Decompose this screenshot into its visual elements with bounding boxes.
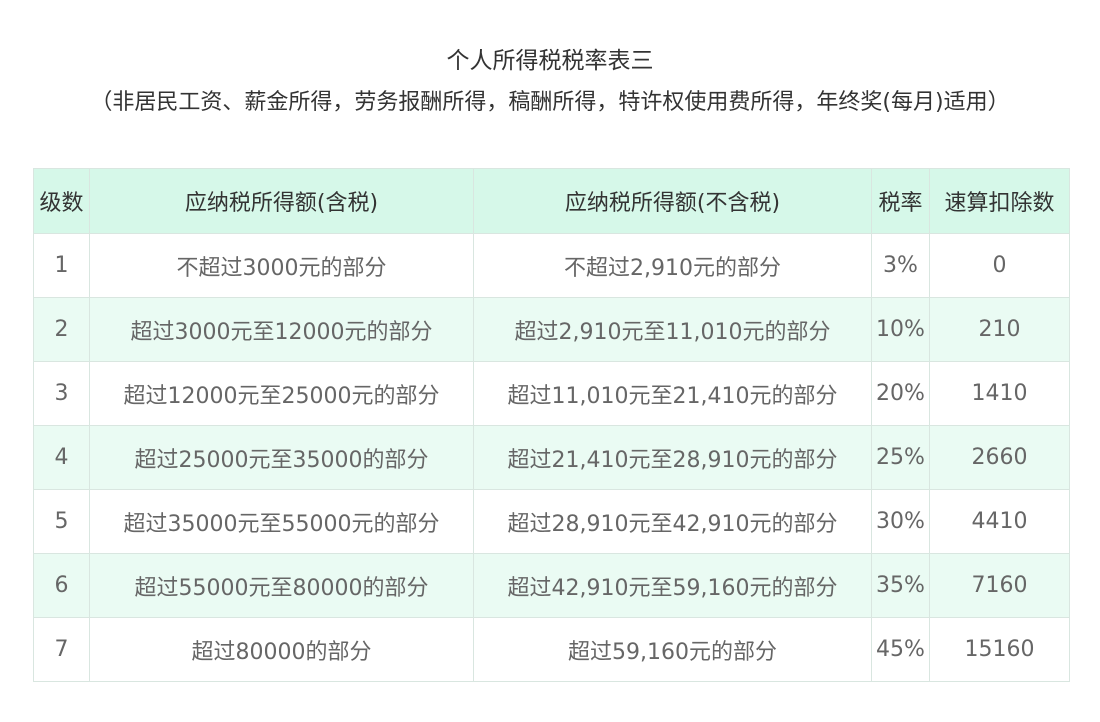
- cell-income-incl: 超过25000元至35000的部分: [89, 425, 474, 490]
- header-taxable-income-incl: 应纳税所得额(含税): [89, 168, 474, 234]
- cell-deduction: 210: [929, 297, 1070, 362]
- cell-rate: 10%: [871, 297, 930, 362]
- cell-income-incl: 超过80000的部分: [89, 617, 474, 682]
- cell-rate: 35%: [871, 553, 930, 618]
- cell-income-incl: 超过55000元至80000的部分: [89, 553, 474, 618]
- cell-income-excl: 不超过2,910元的部分: [473, 233, 872, 298]
- cell-deduction: 4410: [929, 489, 1070, 554]
- page-title: 个人所得税税率表三: [446, 48, 654, 74]
- cell-income-excl: 超过42,910元至59,160元的部分: [473, 553, 872, 618]
- cell-income-excl: 超过21,410元至28,910元的部分: [473, 425, 872, 490]
- table-row: 3 超过12000元至25000元的部分 超过11,010元至21,410元的部…: [33, 361, 1070, 426]
- cell-income-incl: 超过3000元至12000元的部分: [89, 297, 474, 362]
- cell-level: 7: [33, 617, 90, 682]
- cell-deduction: 7160: [929, 553, 1070, 618]
- cell-level: 3: [33, 361, 90, 426]
- cell-income-incl: 超过35000元至55000元的部分: [89, 489, 474, 554]
- cell-income-excl: 超过11,010元至21,410元的部分: [473, 361, 872, 426]
- cell-deduction: 15160: [929, 617, 1070, 682]
- cell-income-incl: 超过12000元至25000元的部分: [89, 361, 474, 426]
- header-tax-rate: 税率: [871, 168, 930, 234]
- cell-level: 5: [33, 489, 90, 554]
- cell-income-incl: 不超过3000元的部分: [89, 233, 474, 298]
- table-row: 5 超过35000元至55000元的部分 超过28,910元至42,910元的部…: [33, 489, 1070, 554]
- cell-level: 1: [33, 233, 90, 298]
- page-subtitle: （非居民工资、薪金所得，劳务报酬所得，稿酬所得，特许权使用费所得，年终奖(每月)…: [90, 90, 1010, 115]
- cell-rate: 25%: [871, 425, 930, 490]
- table-row: 2 超过3000元至12000元的部分 超过2,910元至11,010元的部分 …: [33, 297, 1070, 362]
- header-quick-deduction: 速算扣除数: [929, 168, 1070, 234]
- cell-income-excl: 超过59,160元的部分: [473, 617, 872, 682]
- cell-income-excl: 超过28,910元至42,910元的部分: [473, 489, 872, 554]
- cell-deduction: 1410: [929, 361, 1070, 426]
- header-taxable-income-excl: 应纳税所得额(不含税): [473, 168, 872, 234]
- cell-level: 4: [33, 425, 90, 490]
- cell-rate: 3%: [871, 233, 930, 298]
- cell-level: 6: [33, 553, 90, 618]
- table-row: 1 不超过3000元的部分 不超过2,910元的部分 3% 0: [33, 233, 1070, 298]
- cell-rate: 30%: [871, 489, 930, 554]
- header-level: 级数: [33, 168, 90, 234]
- table-row: 6 超过55000元至80000的部分 超过42,910元至59,160元的部分…: [33, 553, 1070, 618]
- table-row: 7 超过80000的部分 超过59,160元的部分 45% 15160: [33, 617, 1070, 682]
- cell-rate: 45%: [871, 617, 930, 682]
- cell-income-excl: 超过2,910元至11,010元的部分: [473, 297, 872, 362]
- cell-level: 2: [33, 297, 90, 362]
- cell-deduction: 2660: [929, 425, 1070, 490]
- table-header-row: 级数 应纳税所得额(含税) 应纳税所得额(不含税) 税率 速算扣除数: [33, 168, 1070, 234]
- cell-deduction: 0: [929, 233, 1070, 298]
- cell-rate: 20%: [871, 361, 930, 426]
- table-row: 4 超过25000元至35000的部分 超过21,410元至28,910元的部分…: [33, 425, 1070, 490]
- tax-rate-table: 级数 应纳税所得额(含税) 应纳税所得额(不含税) 税率 速算扣除数 1 不超过…: [33, 168, 1070, 682]
